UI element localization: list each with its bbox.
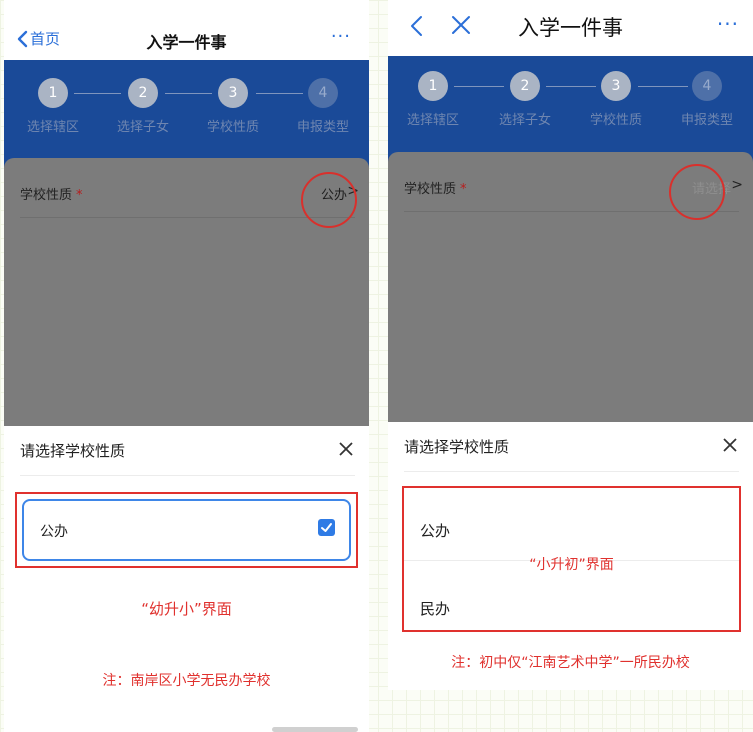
step-number: 3 (601, 71, 631, 101)
step-number: 1 (418, 71, 448, 101)
nav-bar: 首页 入学一件事 ··· (4, 0, 369, 58)
step-4: 4 申报类型 (288, 78, 358, 135)
highlight-box: 公办 (15, 492, 358, 568)
close-icon[interactable] (721, 436, 739, 454)
more-menu-icon[interactable]: ··· (331, 26, 351, 47)
step-label: 申报类型 (296, 120, 349, 135)
step-label: 选择辖区 (26, 120, 79, 135)
sheet-title: 请选择学校性质 (20, 442, 126, 460)
required-mark: * (460, 182, 467, 197)
step-label: 选择子女 (116, 120, 169, 135)
step-number: 1 (38, 78, 68, 108)
highlight-box: 公办 “小升初”界面 民办 (402, 486, 741, 632)
home-indicator (272, 727, 358, 732)
nav-bar: 入学一件事 ··· (388, 0, 753, 58)
check-icon (321, 523, 332, 532)
step-number: 4 (692, 71, 722, 101)
chevron-right-icon: > (731, 177, 743, 193)
bottom-sheet: 请选择学校性质 公办 “幼升小”界面 注：南岸区小学无民办学校 (4, 426, 369, 732)
option-public[interactable]: 公办 (420, 520, 450, 541)
step-3: 3 学校性质 (581, 71, 651, 128)
annotation-title: “小升初”界面 (529, 557, 614, 573)
step-number: 3 (218, 78, 248, 108)
more-menu-icon[interactable]: ··· (717, 12, 739, 36)
right-screen: 入学一件事 ··· 1 选择辖区 2 选择子女 3 学校性质 4 申报类型 学校… (388, 0, 753, 690)
step-4: 4 申报类型 (672, 71, 742, 128)
step-1: 1 选择辖区 (18, 78, 88, 135)
step-label: 学校性质 (589, 113, 642, 128)
field-label: 学校性质 (20, 188, 73, 203)
step-1: 1 选择辖区 (398, 71, 468, 128)
step-number: 2 (128, 78, 158, 108)
step-label: 选择辖区 (406, 113, 459, 128)
annotation-title: “幼升小”界面 (141, 600, 232, 618)
step-label: 申报类型 (680, 113, 733, 128)
left-screen: 首页 入学一件事 ··· 1 选择辖区 2 选择子女 3 学校性质 4 申报类型… (4, 0, 369, 732)
annotation-note: 注：南岸区小学无民办学校 (102, 673, 271, 689)
sheet-title: 请选择学校性质 (404, 438, 510, 456)
step-number: 4 (308, 78, 338, 108)
step-3: 3 学校性质 (198, 78, 268, 135)
close-icon[interactable] (337, 440, 355, 458)
highlight-circle (669, 164, 725, 220)
step-label: 学校性质 (206, 120, 259, 135)
required-mark: * (76, 188, 83, 203)
annotation-note: 注：初中仅“江南艺术中学”一所民办校 (451, 655, 690, 671)
step-2: 2 选择子女 (490, 71, 560, 128)
option-private[interactable]: 民办 (420, 598, 450, 619)
page-title: 入学一件事 (518, 16, 623, 40)
bottom-sheet: 请选择学校性质 公办 “小升初”界面 民办 注：初中仅“江南艺术中学”一所民办校 (388, 422, 753, 690)
checkbox-checked[interactable] (318, 519, 335, 536)
step-2: 2 选择子女 (108, 78, 178, 135)
sheet-header: 请选择学校性质 (20, 426, 355, 476)
sheet-header: 请选择学校性质 (404, 422, 739, 472)
option-public[interactable]: 公办 (22, 499, 351, 561)
step-number: 2 (510, 71, 540, 101)
option-label: 公办 (40, 524, 68, 540)
highlight-circle (301, 172, 357, 228)
field-label: 学校性质 (404, 182, 457, 197)
step-label: 选择子女 (498, 113, 551, 128)
page-title: 入学一件事 (146, 33, 227, 52)
